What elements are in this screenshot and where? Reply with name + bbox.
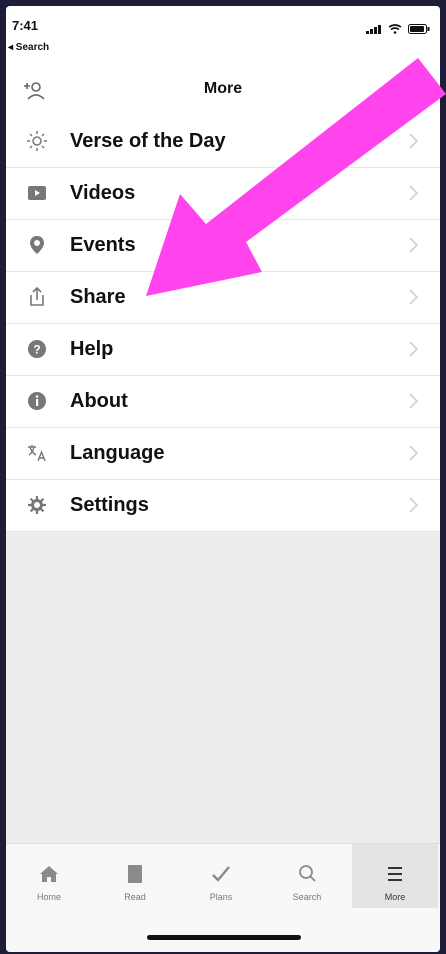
chevron-right-icon — [409, 445, 419, 461]
status-time: 7:41 — [12, 18, 39, 33]
home-icon — [40, 866, 58, 882]
sun-icon — [26, 130, 48, 152]
gear-icon — [26, 494, 48, 516]
tab-home[interactable]: Home — [6, 844, 92, 908]
menu-item-events[interactable]: Events — [6, 220, 440, 272]
chevron-right-icon — [409, 237, 419, 253]
tab-more[interactable]: More — [352, 844, 438, 908]
menu-item-settings[interactable]: Settings — [6, 480, 440, 532]
chevron-right-icon — [409, 393, 419, 409]
checkmark-icon — [212, 866, 230, 882]
signal-icon — [366, 24, 382, 34]
page-title: More — [203, 80, 243, 97]
tab-label: More — [384, 892, 406, 902]
help-icon: ? — [26, 338, 48, 360]
menu-item-help[interactable]: ? Help — [6, 324, 440, 376]
navigation-bar: More — [6, 64, 440, 117]
menu-item-language[interactable]: Language — [6, 428, 440, 480]
chevron-right-icon — [409, 185, 419, 201]
tab-label: Home — [36, 892, 61, 902]
language-icon — [26, 442, 48, 464]
menu-icon — [388, 867, 402, 881]
menu-item-videos[interactable]: Videos — [6, 168, 440, 220]
chevron-right-icon — [409, 133, 419, 149]
status-bar: 7:41 ◂ Search — [6, 6, 440, 64]
tab-label: Plans — [209, 892, 233, 902]
tab-label: Read — [124, 892, 146, 902]
tab-label: Search — [292, 892, 322, 902]
tab-plans[interactable]: Plans — [178, 844, 264, 908]
tab-read[interactable]: Read — [92, 844, 178, 908]
chevron-right-icon — [409, 497, 419, 513]
status-icons — [366, 24, 430, 34]
menu-item-label: Language — [70, 442, 165, 464]
back-to-search-link[interactable]: ◂ Search — [8, 42, 49, 53]
book-icon — [128, 865, 142, 883]
video-icon — [26, 182, 48, 204]
share-icon — [26, 286, 48, 308]
chevron-right-icon — [409, 341, 419, 357]
menu-item-label: Events — [70, 234, 136, 256]
location-pin-icon — [26, 234, 48, 256]
wifi-icon — [388, 24, 402, 34]
menu-item-about[interactable]: About — [6, 376, 440, 428]
home-indicator[interactable] — [147, 935, 301, 940]
menu-item-label: Verse of the Day — [70, 130, 226, 152]
info-icon — [26, 390, 48, 412]
more-menu-list: Verse of the Day Videos Events Share ? H… — [6, 116, 440, 532]
chevron-right-icon — [409, 289, 419, 305]
tab-bar: Home Read Plans Search More — [6, 843, 440, 952]
menu-item-verse-of-the-day[interactable]: Verse of the Day — [6, 116, 440, 168]
menu-item-label: Settings — [70, 494, 149, 516]
menu-item-label: Videos — [70, 182, 136, 204]
battery-icon — [408, 24, 430, 34]
phone-screen: 7:41 ◂ Search More Verse of the Day Vide… — [6, 6, 440, 952]
menu-item-share[interactable]: Share — [6, 272, 440, 324]
menu-item-label: Help — [70, 338, 114, 360]
search-icon — [299, 865, 316, 882]
menu-item-label: About — [70, 390, 128, 412]
tab-search[interactable]: Search — [264, 844, 350, 908]
profile-avatar[interactable] — [402, 72, 438, 108]
svg-text:?: ? — [33, 343, 40, 357]
menu-item-label: Share — [70, 286, 126, 308]
